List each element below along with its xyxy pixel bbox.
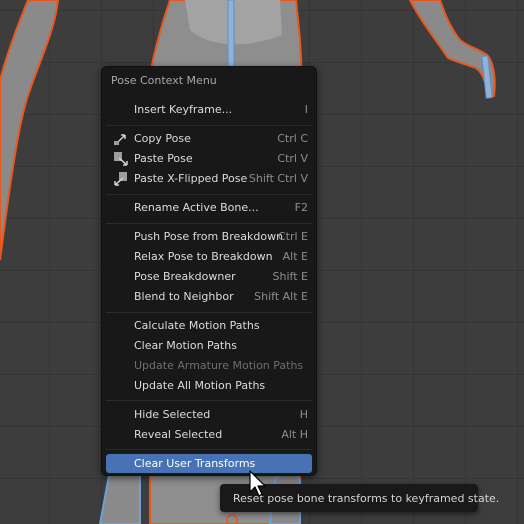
character-left-arm (0, 0, 60, 261)
menu-item-label: Paste X-Flipped Pose (134, 172, 248, 185)
menu-separator (106, 449, 312, 450)
menu-item-label: Clear Motion Paths (134, 339, 237, 352)
menu-item-shortcut: H (299, 408, 308, 421)
menu-separator (106, 312, 312, 313)
menu-item-label: Pose Breakdowner (134, 270, 236, 283)
pose-context-menu: Pose Context Menu Insert Keyframe... I C… (101, 66, 317, 476)
menu-item-hide-selected[interactable]: Hide Selected H (106, 405, 312, 424)
menu-item-label: Hide Selected (134, 408, 211, 421)
menu-item-blend-to-neighbor[interactable]: Blend to Neighbor Shift Alt E (106, 287, 312, 306)
menu-separator (106, 125, 312, 126)
menu-item-label: Paste Pose (134, 152, 193, 165)
spine-bone (227, 0, 235, 71)
menu-item-rename-active-bone[interactable]: Rename Active Bone... F2 (106, 198, 312, 217)
menu-item-push-pose[interactable]: Push Pose from Breakdown Ctrl E (106, 227, 312, 246)
menu-item-label: Reveal Selected (134, 428, 223, 441)
menu-item-shortcut: Shift Alt E (254, 290, 308, 303)
menu-item-label: Clear User Transforms (134, 457, 256, 470)
menu-item-shortcut: I (304, 103, 308, 116)
menu-item-label: Calculate Motion Paths (134, 319, 260, 332)
menu-item-paste-pose[interactable]: Paste Pose Ctrl V (106, 149, 312, 168)
character-right-arm (408, 0, 496, 97)
copy-pose-icon (114, 134, 126, 145)
menu-item-calculate-motion-paths[interactable]: Calculate Motion Paths (106, 316, 312, 335)
menu-item-update-armature-motion-paths: Update Armature Motion Paths (106, 356, 312, 375)
menu-item-label: Copy Pose (134, 132, 191, 145)
menu-item-shortcut: Shift Ctrl V (248, 172, 308, 185)
menu-item-label: Rename Active Bone... (134, 201, 259, 214)
menu-separator (106, 400, 312, 401)
menu-item-label: Update All Motion Paths (134, 379, 266, 392)
menu-separator (106, 223, 312, 224)
menu-item-label: Insert Keyframe... (134, 103, 233, 116)
menu-item-shortcut: Ctrl C (277, 132, 308, 145)
menu-item-shortcut: Shift E (272, 270, 308, 283)
menu-item-shortcut: Alt H (281, 428, 308, 441)
mouse-cursor-icon (249, 470, 266, 497)
tooltip-text: Reset pose bone transforms to keyframed … (233, 492, 500, 505)
menu-item-insert-keyframe[interactable]: Insert Keyframe... I (106, 100, 312, 119)
menu-item-reveal-selected[interactable]: Reveal Selected Alt H (106, 425, 312, 444)
paste-pose-icon (114, 152, 128, 166)
menu-item-shortcut: Alt E (282, 250, 308, 263)
menu-item-update-all-motion-paths[interactable]: Update All Motion Paths (106, 376, 312, 395)
menu-item-clear-user-transforms[interactable]: Clear User Transforms (106, 454, 312, 473)
menu-item-pose-breakdowner[interactable]: Pose Breakdowner Shift E (106, 267, 312, 286)
menu-item-shortcut: Ctrl E (277, 230, 308, 243)
menu-item-label: Update Armature Motion Paths (134, 359, 304, 372)
menu-item-paste-x-flipped-pose[interactable]: Paste X-Flipped Pose Shift Ctrl V (106, 169, 312, 188)
menu-item-relax-pose[interactable]: Relax Pose to Breakdown Alt E (106, 247, 312, 266)
menu-item-label: Push Pose from Breakdown (134, 230, 284, 243)
menu-item-label: Relax Pose to Breakdown (134, 250, 273, 263)
menu-item-copy-pose[interactable]: Copy Pose Ctrl C (106, 129, 312, 148)
menu-item-clear-motion-paths[interactable]: Clear Motion Paths (106, 336, 312, 355)
menu-separator (106, 194, 312, 195)
menu-item-label: Blend to Neighbor (134, 290, 234, 303)
menu-item-shortcut: Ctrl V (277, 152, 308, 165)
paste-flipped-pose-icon (114, 172, 127, 186)
menu-item-shortcut: F2 (294, 201, 308, 214)
menu-title: Pose Context Menu (111, 74, 217, 87)
